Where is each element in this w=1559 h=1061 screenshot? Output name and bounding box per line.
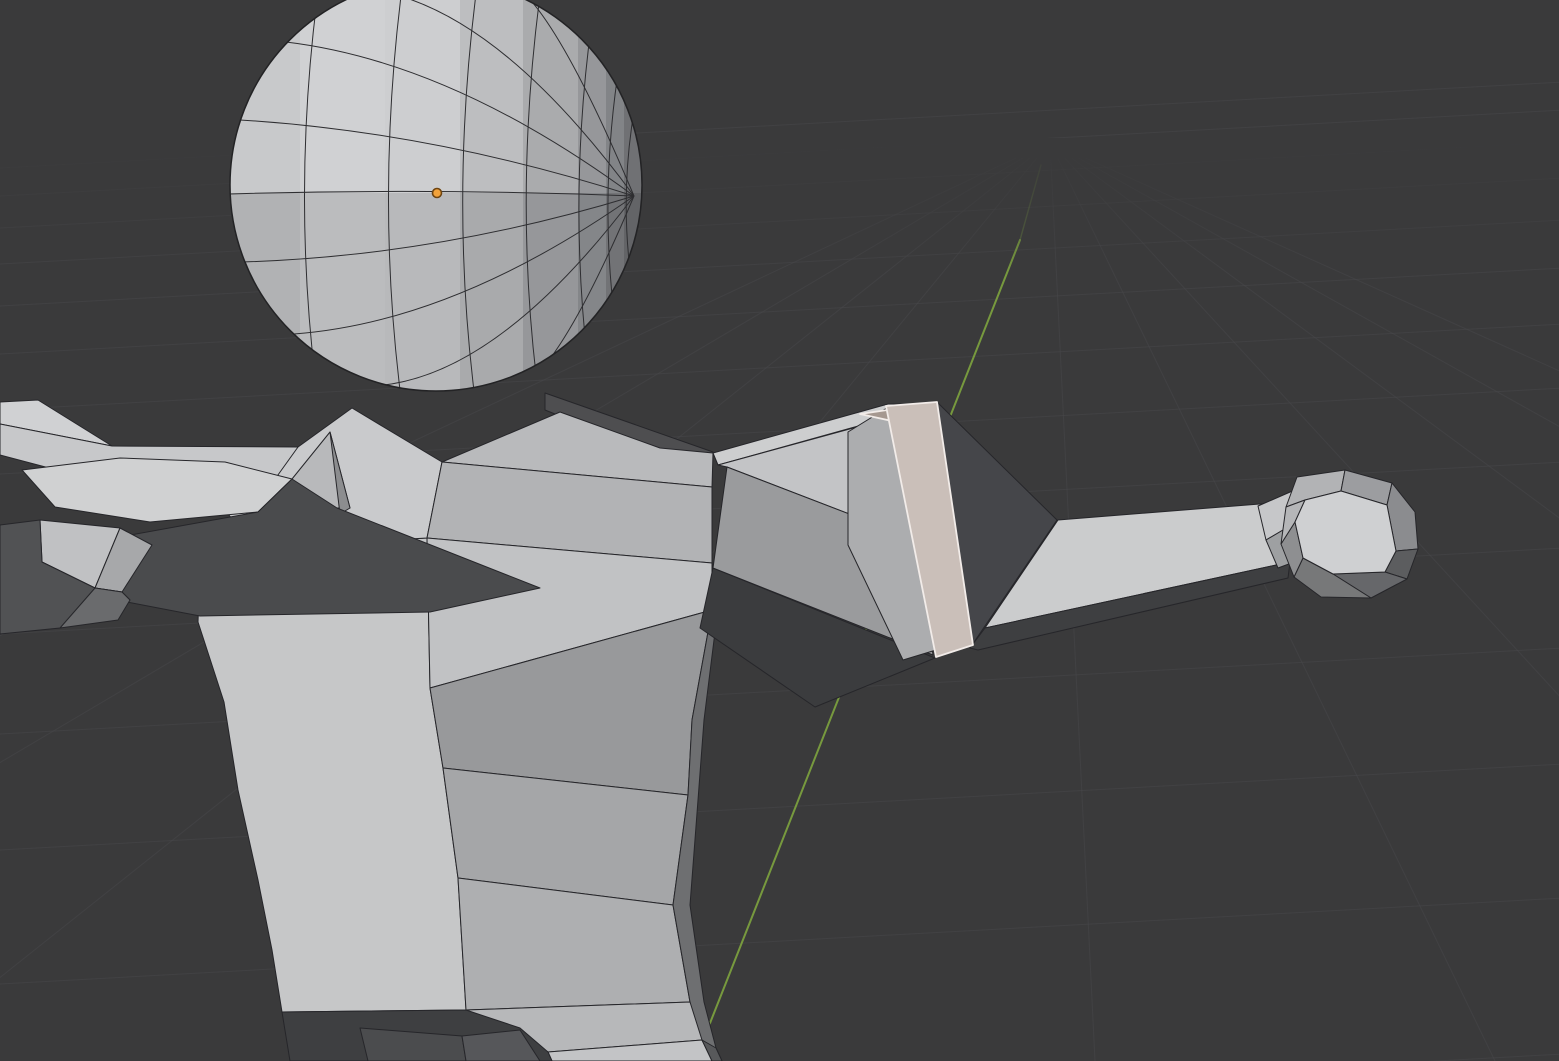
head-band-upper-1[interactable] (300, 0, 385, 193)
head-band-lower-2[interactable] (385, 193, 460, 395)
object-origin[interactable] (433, 189, 442, 198)
origin-dot-icon[interactable] (433, 189, 442, 198)
head-band-lower-3[interactable] (460, 193, 523, 395)
viewport-canvas[interactable] (0, 0, 1559, 1061)
head-band-upper-2[interactable] (385, 0, 460, 193)
blender-3d-viewport[interactable] (0, 0, 1559, 1061)
fist-front-face[interactable] (1295, 491, 1396, 574)
